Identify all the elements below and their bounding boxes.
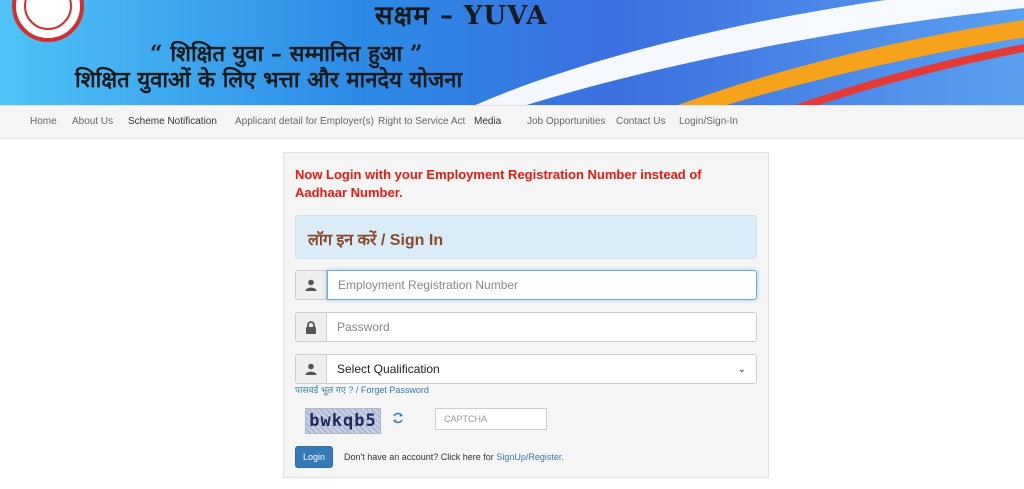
signup-prompt-text: Don't have an account? Click here for xyxy=(344,452,497,462)
signin-heading: लॉग इन करें / Sign In xyxy=(308,232,444,249)
captcha-image: bwkqb5 xyxy=(305,408,381,434)
government-emblem-logo xyxy=(12,0,84,42)
refresh-icon[interactable] xyxy=(392,412,404,427)
header-banner: सक्षम – YUVA “ शिक्षित युवा – सम्मानित ह… xyxy=(0,0,1024,105)
signin-heading-box: लॉग इन करें / Sign In xyxy=(295,215,757,259)
qualification-row: Select Qualification ⌄ xyxy=(295,354,757,384)
nav-item-login-signin[interactable]: Login/Sign-In xyxy=(679,116,738,127)
signup-prompt: Don't have an account? Click here for Si… xyxy=(344,452,564,462)
password-row xyxy=(295,312,757,342)
registration-number-input[interactable] xyxy=(327,270,757,300)
qualification-selected-value: Select Qualification xyxy=(337,362,440,376)
main-navigation: Home About Us Scheme Notification Applic… xyxy=(0,105,1024,139)
nav-item-home[interactable]: Home xyxy=(30,116,57,127)
nav-item-job-opportunities[interactable]: Job Opportunities xyxy=(527,116,605,127)
banner-title: सक्षम – YUVA xyxy=(375,1,548,31)
forgot-password-link[interactable]: पासवर्ड भूल गए ? / Forget Password xyxy=(295,383,429,396)
user-icon xyxy=(295,270,327,300)
nav-item-media[interactable]: Media xyxy=(474,116,501,127)
login-button[interactable]: Login xyxy=(295,446,333,468)
captcha-input[interactable] xyxy=(435,408,547,430)
nav-item-applicant-detail[interactable]: Applicant detail for Employer(s) xyxy=(235,116,374,127)
banner-tagline: शिक्षित युवाओं के लिए भत्ता और मानदेय यो… xyxy=(75,67,463,93)
nav-item-contact-us[interactable]: Contact Us xyxy=(616,116,665,127)
password-input[interactable] xyxy=(327,312,757,342)
qualification-select[interactable]: Select Qualification ⌄ xyxy=(327,354,757,384)
user-icon xyxy=(295,354,327,384)
lock-icon xyxy=(295,312,327,342)
login-notice: Now Login with your Employment Registrat… xyxy=(295,167,702,200)
nav-item-about-us[interactable]: About Us xyxy=(72,116,113,127)
login-panel: Now Login with your Employment Registrat… xyxy=(283,152,769,478)
chevron-down-icon: ⌄ xyxy=(737,363,746,375)
nav-item-scheme-notification[interactable]: Scheme Notification xyxy=(128,116,217,127)
signup-register-link[interactable]: SignUp/Register. xyxy=(496,452,564,462)
registration-row xyxy=(295,270,757,300)
nav-item-right-to-service[interactable]: Right to Service Act xyxy=(378,116,465,127)
